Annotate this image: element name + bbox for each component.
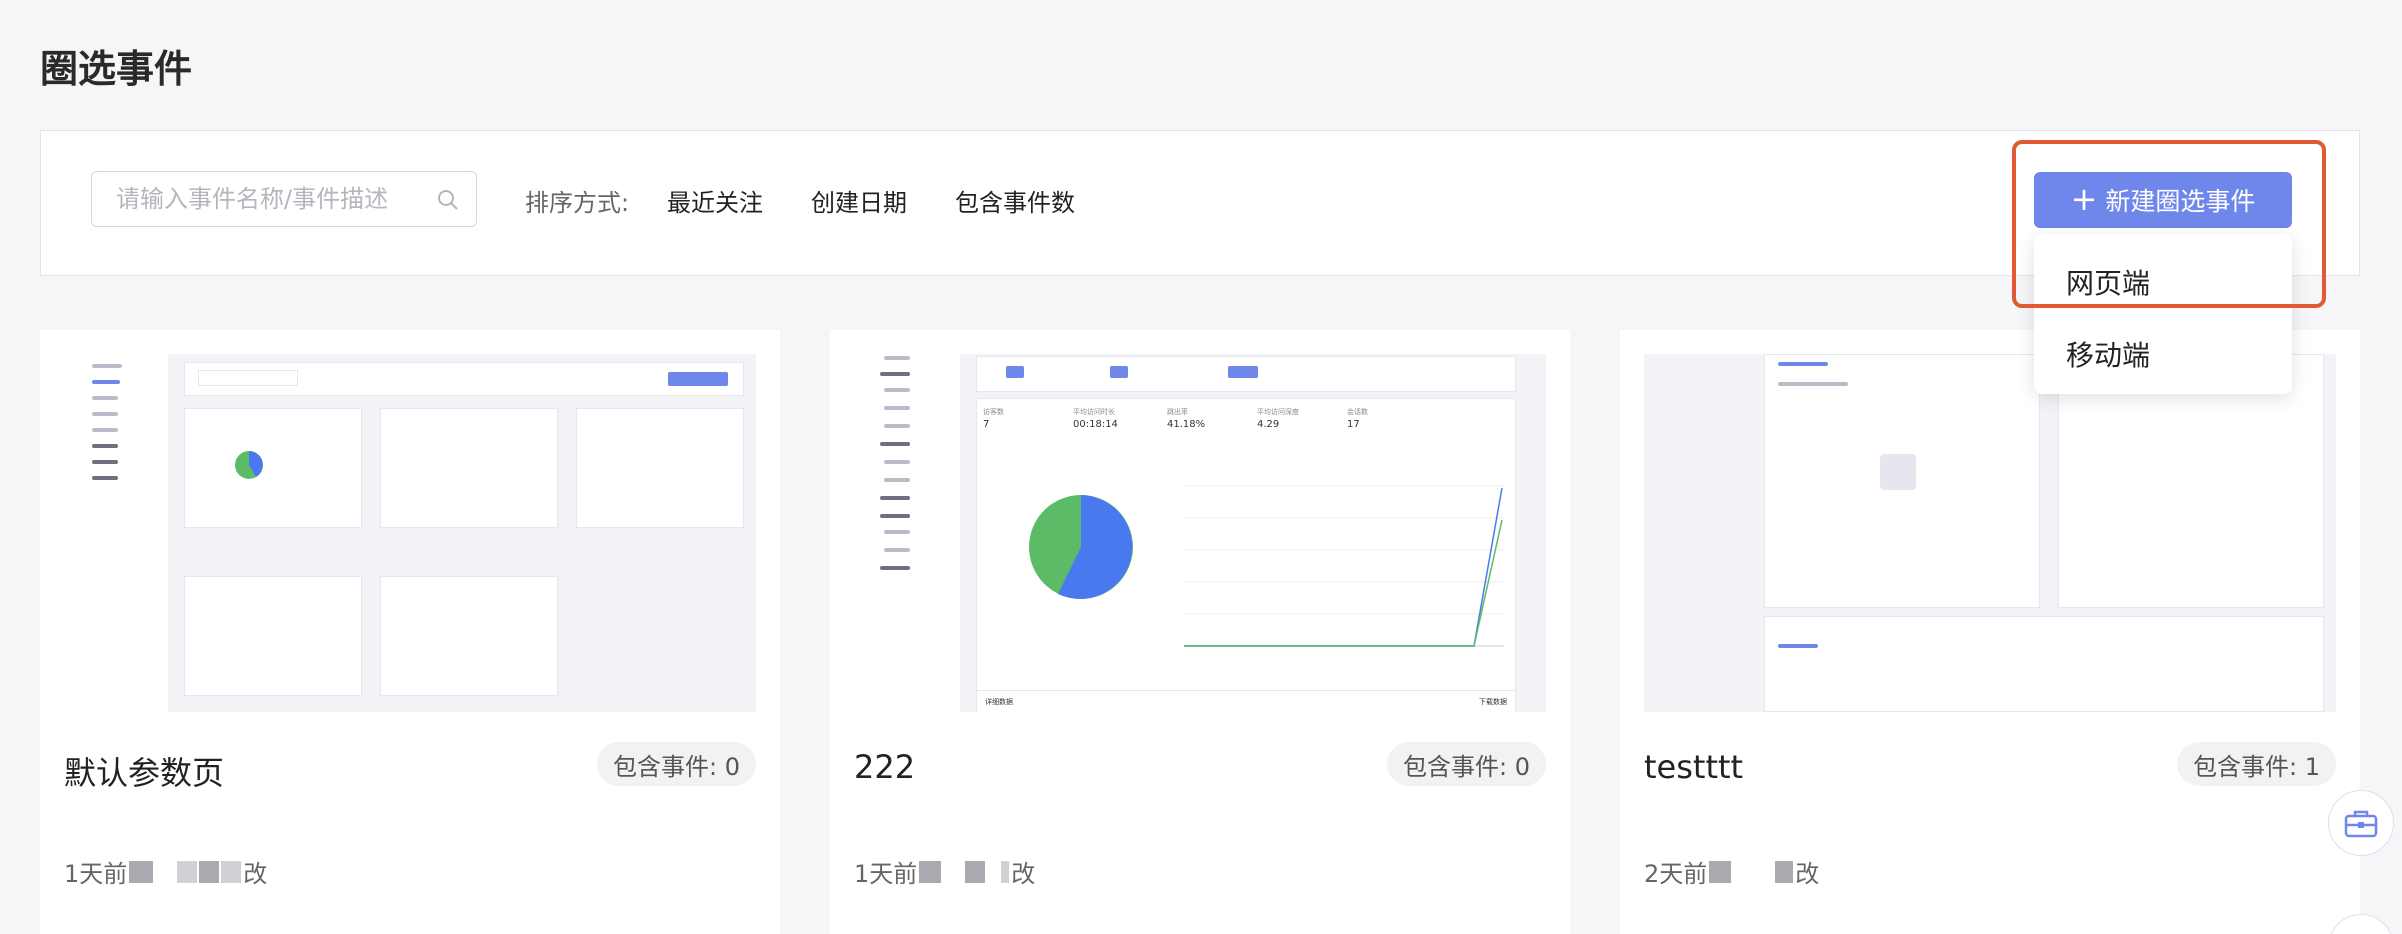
redacted-block: [129, 860, 154, 883]
card-title: 222: [854, 748, 916, 786]
toolbox-icon[interactable]: [2328, 790, 2394, 856]
redacted-block: [177, 860, 198, 883]
thumb-sidebar: [64, 354, 168, 712]
thumb-line-chart: [1184, 485, 1504, 647]
card-thumbnail: [1644, 354, 2336, 712]
meta-time: 1天前: [64, 860, 128, 888]
thumb-sidebar: [854, 354, 960, 712]
card-meta: 2天前 改: [1644, 854, 1819, 889]
platform-dropdown: 网页端 移动端: [2034, 234, 2292, 394]
new-button-label: 新建圈选事件: [2105, 187, 2256, 216]
redacted-block: [1709, 860, 1732, 883]
sort-option-recent[interactable]: 最近关注: [667, 183, 763, 218]
dropdown-item-mobile[interactable]: 移动端: [2066, 334, 2150, 374]
dropdown-item-web[interactable]: 网页端: [2066, 262, 2150, 302]
card-meta: 1天前 改: [854, 854, 1035, 889]
redacted-block: [1001, 860, 1010, 883]
meta-suffix: 改: [1795, 860, 1820, 888]
card-thumbnail: 访客数 7 平均访问时长 00:18:14 跳出率 41.18% 平均访问深度 …: [854, 354, 1546, 712]
redacted-block: [919, 860, 942, 883]
sort-option-created[interactable]: 创建日期: [811, 183, 907, 218]
event-count-badge: 包含事件: 0: [597, 742, 756, 786]
search-box[interactable]: [91, 171, 477, 227]
event-card[interactable]: 访客数 7 平均访问时长 00:18:14 跳出率 41.18% 平均访问深度 …: [830, 330, 1570, 934]
event-count-badge: 包含事件: 0: [1387, 742, 1546, 786]
sort-option-event-count[interactable]: 包含事件数: [955, 183, 1075, 218]
meta-suffix: 改: [1011, 860, 1036, 888]
card-title: testttt: [1644, 748, 1744, 786]
redacted-block: [221, 860, 242, 883]
thumb-pie-chart: [1029, 495, 1133, 599]
redacted-block: [965, 860, 986, 883]
card-title: 默认参数页: [64, 754, 225, 792]
redacted-block: [199, 860, 220, 883]
plus-icon: +: [2070, 180, 2098, 218]
meta-time: 1天前: [854, 860, 918, 888]
event-card[interactable]: testttt 包含事件: 1 2天前 改: [1620, 330, 2360, 934]
sort-label: 排序方式:: [525, 189, 630, 217]
meta-time: 2天前: [1644, 860, 1708, 888]
toolbar: 排序方式: 最近关注 创建日期 包含事件数: [40, 130, 2360, 276]
event-count-badge: 包含事件: 1: [2177, 742, 2336, 786]
page-title: 圈选事件: [40, 47, 193, 91]
redacted-block: [1775, 860, 1794, 883]
search-input[interactable]: [116, 184, 416, 214]
meta-suffix: 改: [243, 860, 268, 888]
search-icon[interactable]: [436, 188, 460, 212]
card-thumbnail: [64, 354, 756, 712]
card-meta: 1天前 改: [64, 854, 267, 889]
thumb-footer: 详细数据 下载数据: [976, 690, 1516, 712]
event-card[interactable]: 默认参数页 包含事件: 0 1天前 改: [40, 330, 780, 934]
new-circle-event-button[interactable]: + 新建圈选事件: [2034, 172, 2292, 228]
